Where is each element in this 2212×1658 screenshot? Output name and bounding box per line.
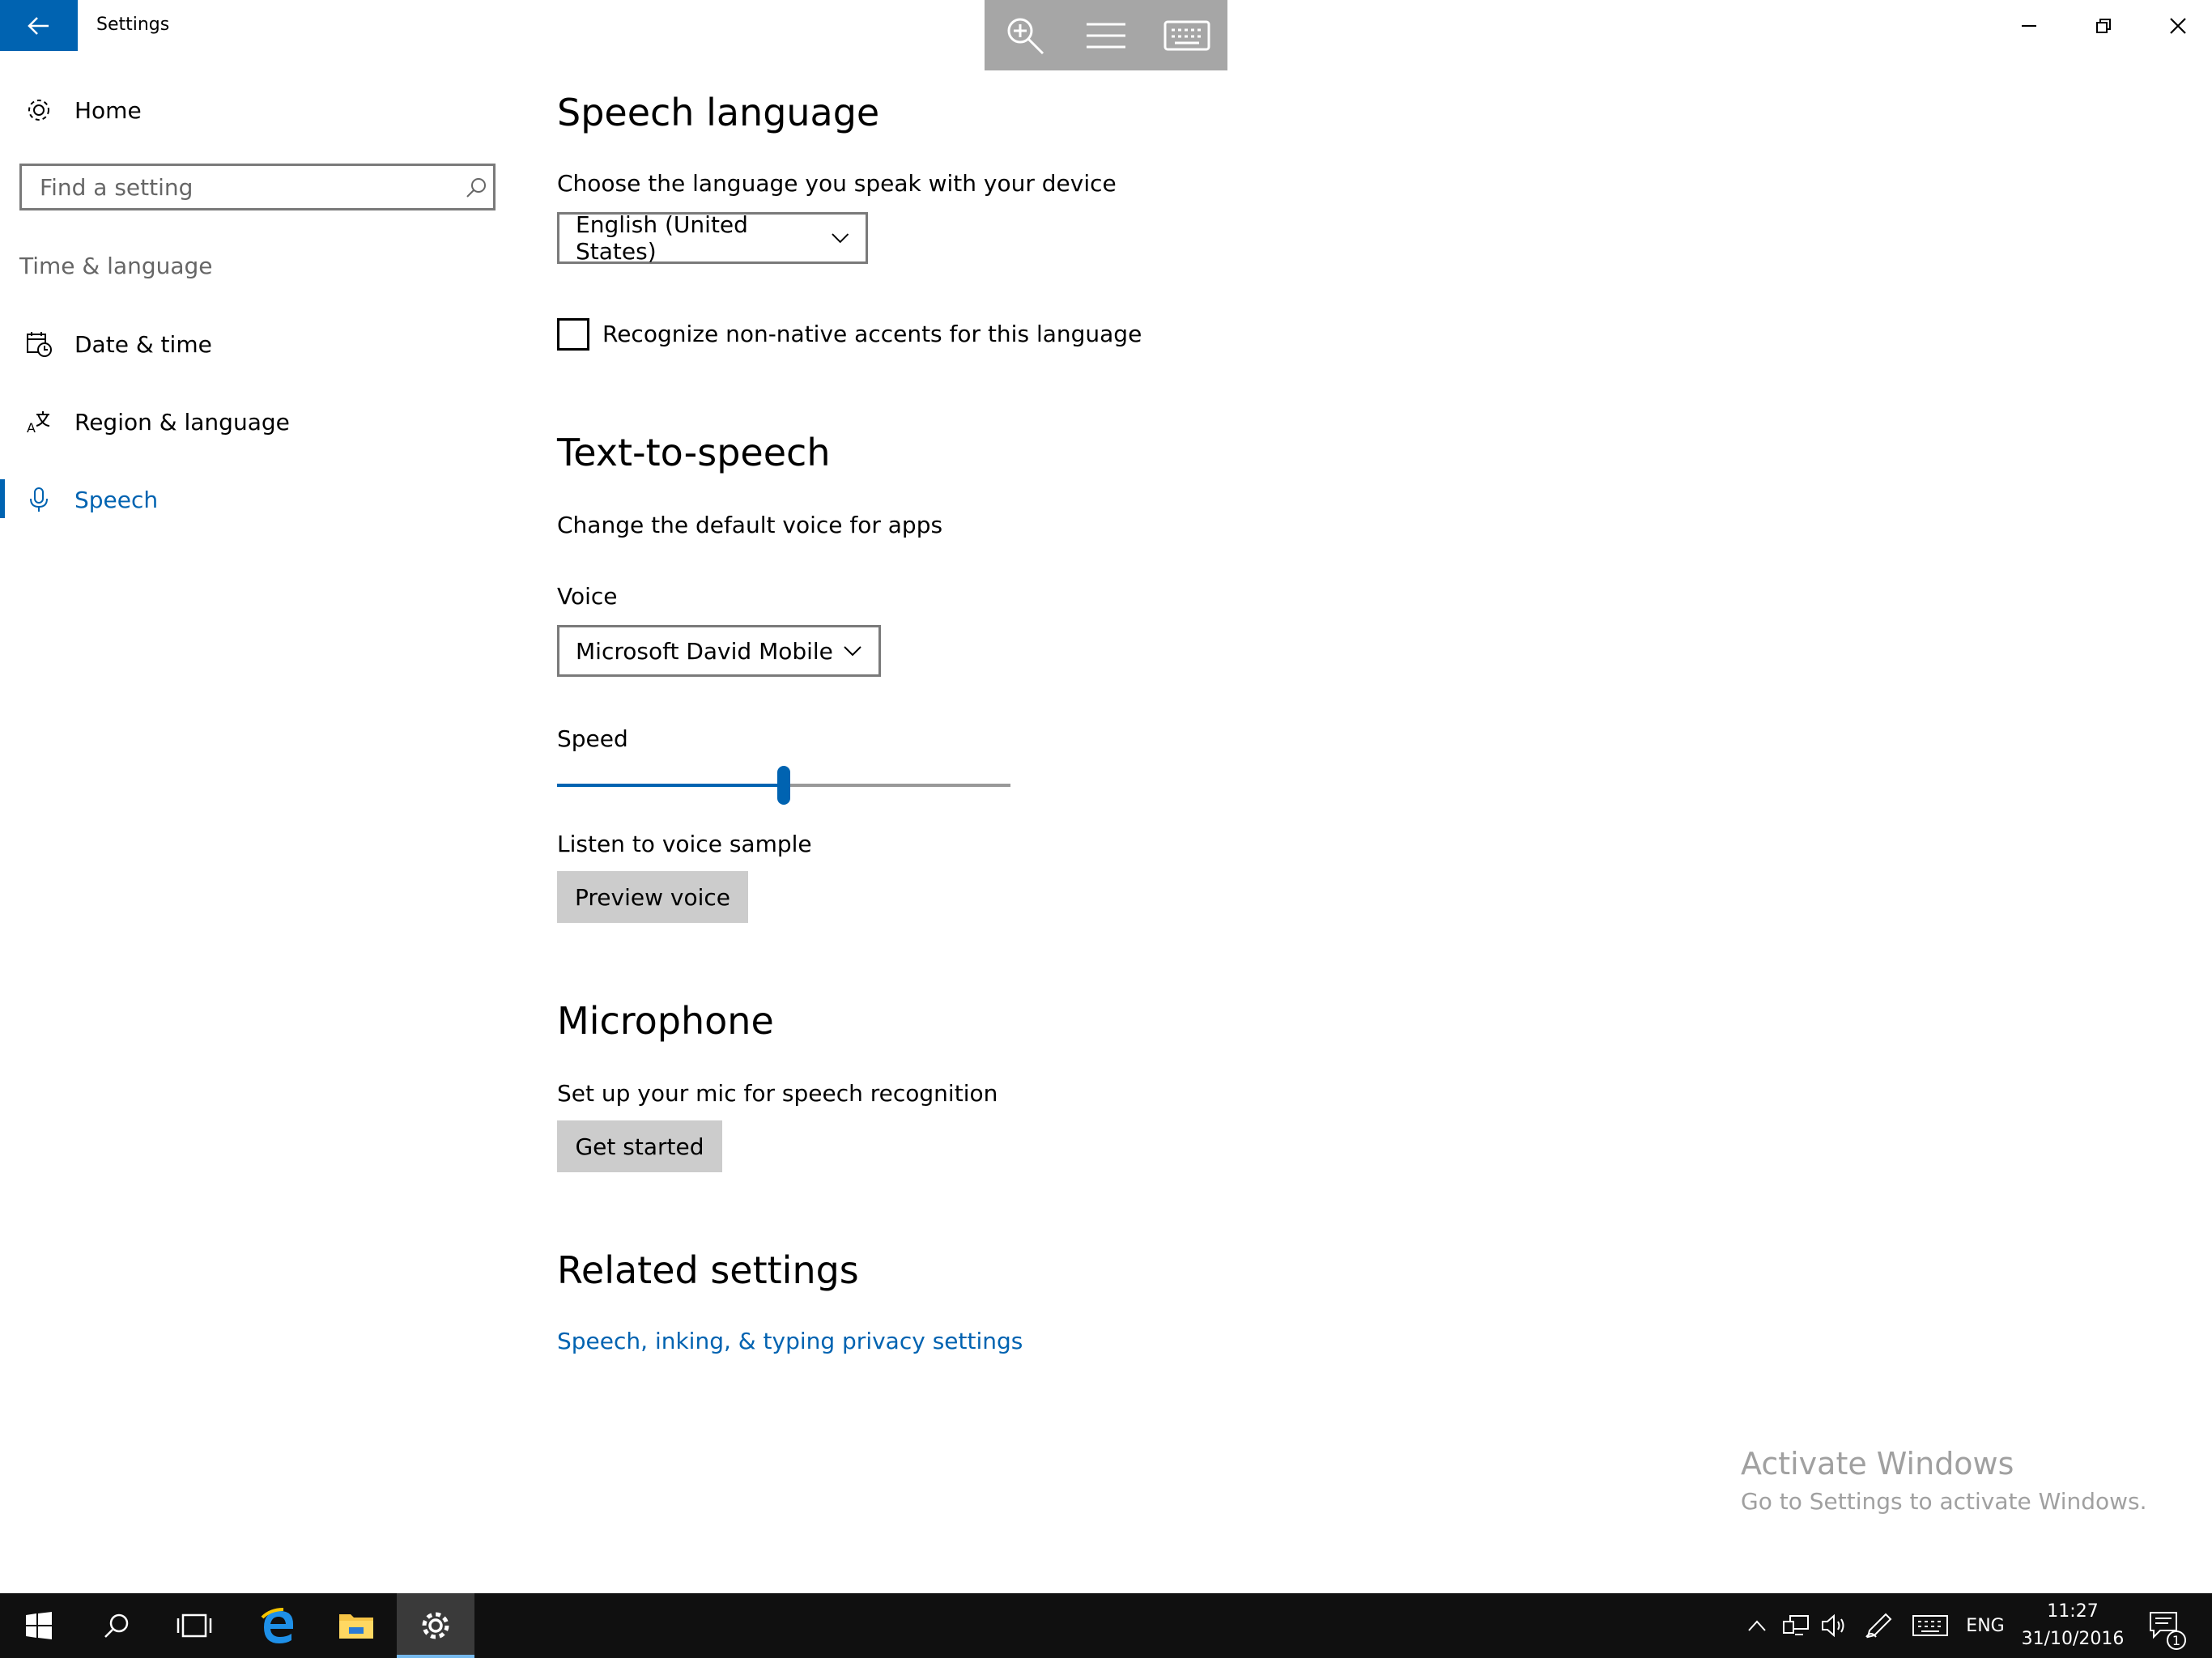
taskbar-app-file-explorer[interactable] (317, 1593, 395, 1658)
network-button[interactable] (1778, 1593, 1814, 1658)
voice-label: Voice (557, 583, 618, 610)
back-button[interactable] (0, 0, 78, 51)
start-button[interactable] (0, 1593, 78, 1658)
voice-dropdown-value: Microsoft David Mobile (576, 637, 833, 665)
svg-text:A: A (27, 420, 36, 436)
microphone-heading: Microphone (557, 999, 774, 1043)
clock-time: 11:27 (2047, 1601, 2099, 1622)
voice-sample-label: Listen to voice sample (557, 831, 812, 857)
chevron-down-icon (831, 233, 849, 244)
calendar-clock-icon (19, 330, 58, 358)
network-icon (1783, 1615, 1809, 1635)
sidebar-item-speech[interactable]: Speech (0, 467, 518, 532)
search-icon (466, 178, 486, 198)
window-title: Settings (96, 15, 170, 35)
zoom-in-icon (1007, 18, 1044, 54)
edge-icon (261, 1608, 293, 1643)
clock[interactable]: 11:27 31/10/2016 (2016, 1593, 2129, 1658)
activate-windows-title: Activate Windows (1741, 1446, 2014, 1482)
activate-windows-subtitle: Go to Settings to activate Windows. (1741, 1488, 2147, 1515)
clock-date: 31/10/2016 (2021, 1629, 2125, 1649)
taskbar-app-settings[interactable] (397, 1593, 474, 1658)
speed-slider-track (784, 784, 1010, 787)
sidebar-item-label: Region & language (74, 408, 290, 436)
gear-icon (19, 96, 58, 124)
volume-icon (1822, 1613, 1844, 1638)
sidebar-item-date-time[interactable]: Date & time (0, 312, 518, 376)
pen-icon (1865, 1613, 1892, 1639)
task-view-button[interactable] (155, 1593, 233, 1658)
keyboard-icon (1163, 20, 1210, 50)
show-hidden-icons-button[interactable] (1741, 1593, 1773, 1658)
close-button[interactable] (2141, 0, 2212, 51)
floating-toolbar (985, 0, 1227, 70)
input-language-indicator[interactable]: ENG (1963, 1593, 2008, 1658)
action-center-button[interactable]: 1 (2138, 1593, 2193, 1658)
accent-checkbox-label: Recognize non-native accents for this la… (602, 321, 1142, 347)
restore-button[interactable] (2066, 0, 2141, 51)
accent-checkbox[interactable] (557, 318, 589, 351)
voice-dropdown[interactable]: Microsoft David Mobile (557, 625, 881, 677)
sidebar-item-label: Speech (74, 486, 159, 513)
notification-count-badge: 1 (2167, 1630, 2186, 1650)
speech-language-heading: Speech language (557, 91, 880, 134)
volume-button[interactable] (1817, 1593, 1853, 1658)
speed-label: Speed (557, 725, 628, 752)
active-app-indicator (397, 1655, 474, 1658)
taskbar-search-button[interactable] (78, 1593, 155, 1658)
keyboard-button[interactable] (1146, 0, 1227, 70)
file-explorer-icon (339, 1614, 373, 1639)
sidebar-item-region-language[interactable]: A Region & language (0, 389, 518, 454)
sidebar-item-label: Date & time (74, 330, 212, 358)
task-view-icon (177, 1613, 212, 1638)
microphone-description: Set up your mic for speech recognition (557, 1080, 998, 1107)
region-language-icon: A (19, 408, 58, 436)
related-settings-heading: Related settings (557, 1248, 859, 1292)
speech-language-description: Choose the language you speak with your … (557, 170, 1117, 197)
close-icon (2170, 17, 2186, 34)
language-dropdown-value: English (United States) (576, 211, 748, 265)
touch-keyboard-button[interactable] (1908, 1593, 1953, 1658)
windows-ink-button[interactable] (1861, 1593, 1896, 1658)
preview-voice-button[interactable]: Preview voice (557, 871, 748, 923)
search-input[interactable] (38, 166, 446, 208)
start-icon (26, 1612, 52, 1639)
search-field[interactable] (19, 164, 496, 210)
minimize-icon (2022, 24, 2036, 27)
speed-slider-fill (557, 784, 784, 787)
minimize-button[interactable] (1992, 0, 2066, 51)
sidebar-home[interactable]: Home (0, 78, 518, 142)
back-arrow-icon (28, 16, 49, 35)
speed-slider-thumb[interactable] (777, 766, 790, 805)
language-dropdown[interactable]: English (United States) (557, 211, 868, 265)
sidebar-section-label: Time & language (19, 253, 213, 279)
taskbar-app-edge[interactable] (240, 1593, 317, 1658)
zoom-button[interactable] (985, 0, 1066, 70)
menu-button[interactable] (1066, 0, 1146, 70)
chevron-down-icon (844, 646, 861, 657)
get-started-button[interactable]: Get started (557, 1120, 722, 1172)
speed-slider[interactable] (557, 766, 1010, 806)
keyboard-icon (1912, 1615, 1948, 1636)
search-icon (104, 1613, 129, 1638)
restore-icon (2096, 18, 2111, 33)
tts-description: Change the default voice for apps (557, 512, 943, 538)
sidebar-home-label: Home (74, 96, 142, 124)
chevron-up-icon (1748, 1620, 1766, 1631)
settings-icon (422, 1612, 449, 1639)
tts-heading: Text-to-speech (557, 431, 831, 474)
microphone-icon (19, 486, 58, 513)
menu-icon (1087, 23, 1125, 48)
privacy-settings-link[interactable]: Speech, inking, & typing privacy setting… (557, 1328, 1023, 1354)
